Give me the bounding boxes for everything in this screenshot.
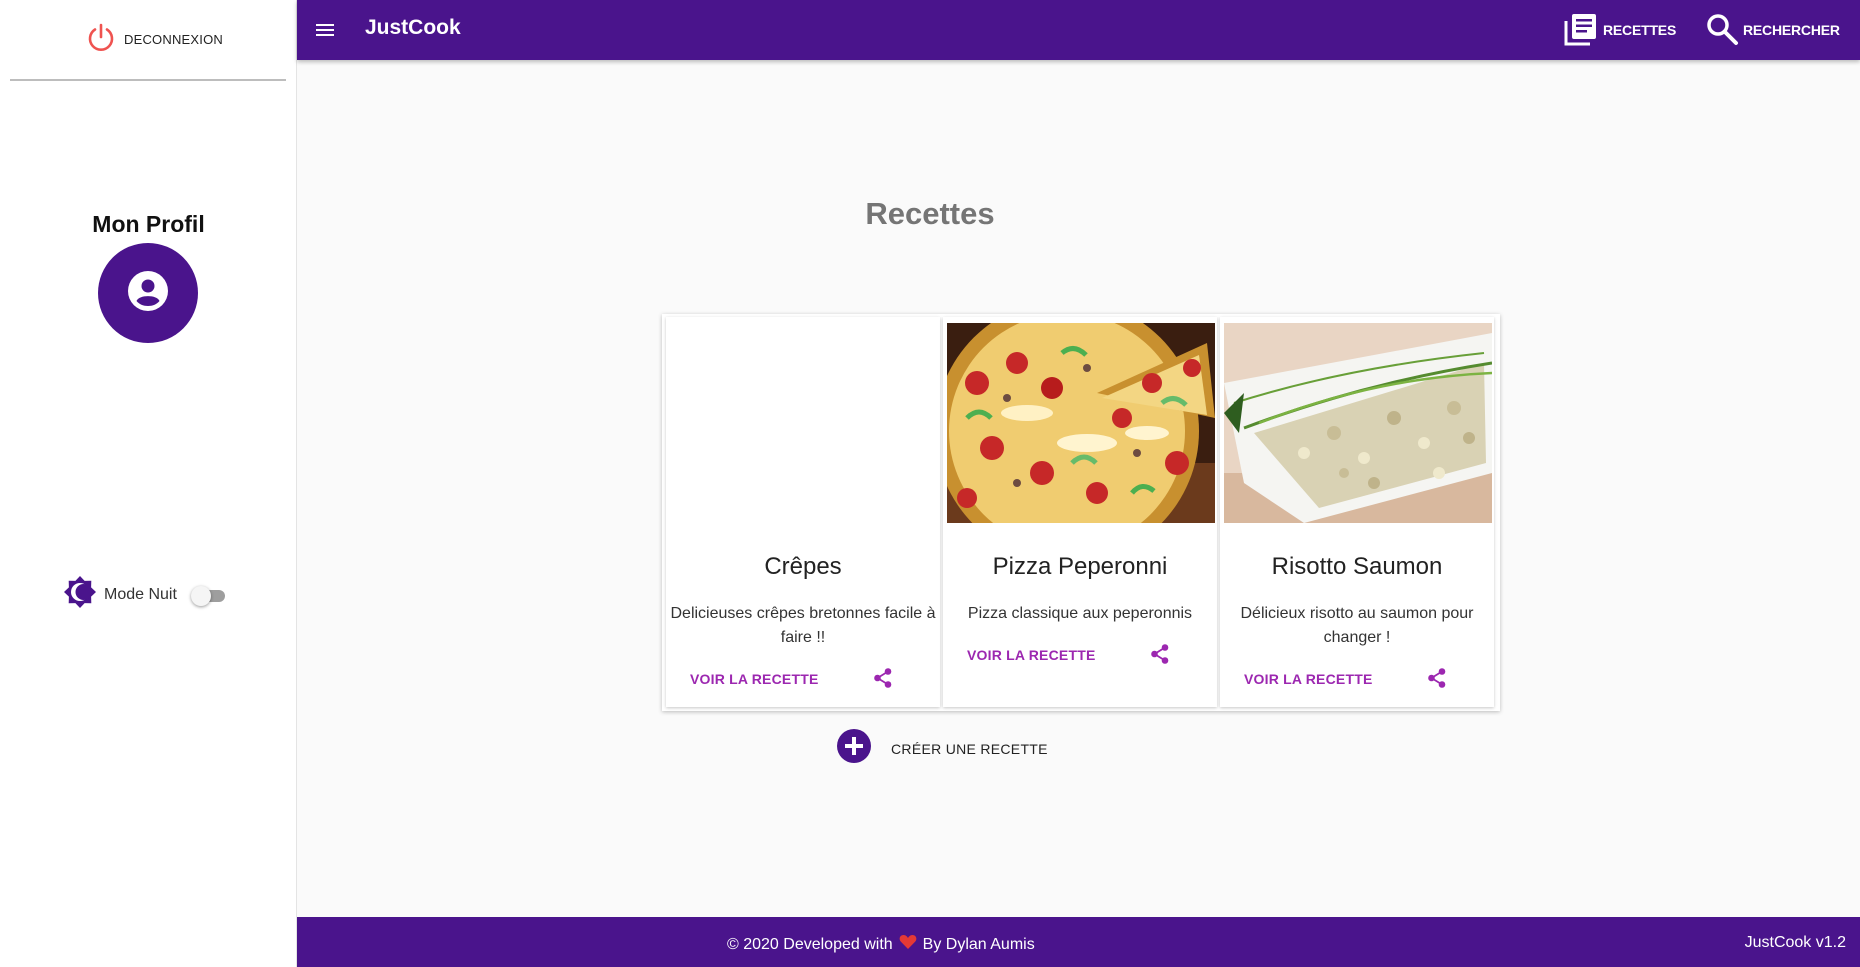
app-brand[interactable]: JustCook — [365, 16, 461, 40]
recipe-image-pizza — [947, 323, 1215, 523]
app-version: JustCook v1.2 — [1744, 934, 1846, 951]
footer: © 2020 Developed with By Dylan Aumis Jus… — [297, 917, 1860, 967]
view-recipe-link[interactable]: VOIR LA RECETTE — [1244, 671, 1373, 687]
nav-search-label: RECHERCHER — [1743, 22, 1840, 38]
view-recipe-link[interactable]: VOIR LA RECETTE — [690, 671, 819, 687]
logout-label: DECONNEXION — [124, 32, 223, 47]
toggle-knob — [190, 585, 211, 606]
power-icon — [84, 20, 118, 59]
share-icon[interactable] — [872, 667, 894, 689]
night-mode-label: Mode Nuit — [104, 585, 177, 603]
recipe-card: Risotto Saumon Délicieux risotto au saum… — [1220, 317, 1494, 707]
share-icon[interactable] — [1149, 643, 1171, 665]
credit-prefix: © 2020 Developed with — [727, 935, 893, 953]
hamburger-icon[interactable] — [313, 18, 337, 42]
sidebar-divider — [10, 79, 286, 81]
nav-search-button[interactable]: RECHERCHER — [1705, 10, 1840, 50]
recipe-title: Crêpes — [764, 553, 842, 580]
account-circle-icon — [126, 269, 170, 318]
brightness-icon — [62, 574, 98, 615]
credit-suffix: By Dylan Aumis — [922, 935, 1035, 953]
create-recipe-label: CRÉER UNE RECETTE — [891, 740, 1048, 757]
create-recipe-button[interactable]: CRÉER UNE RECETTE — [837, 729, 1048, 768]
top-app-bar: JustCook RECETTES RECHERCHER — [297, 0, 1860, 60]
recipe-card: Pizza Peperonni Pizza classique aux pepe… — [943, 317, 1217, 707]
nav-recettes-button[interactable]: RECETTES — [1563, 10, 1676, 50]
recipe-image-risotto — [1224, 323, 1492, 523]
view-recipe-link[interactable]: VOIR LA RECETTE — [967, 647, 1096, 663]
recipe-card-grid: Crêpes Delicieuses crêpes bretonnes faci… — [662, 314, 1500, 711]
night-mode-toggle[interactable] — [190, 584, 227, 606]
heart-icon — [899, 934, 917, 955]
recipe-title: Risotto Saumon — [1271, 553, 1443, 580]
recipe-description: Délicieux risotto au saumon pour changer… — [1240, 605, 1474, 646]
recipe-book-icon — [1563, 11, 1599, 50]
add-circle-icon — [837, 729, 871, 768]
recipe-description: Pizza classique aux peperonnis — [967, 605, 1193, 622]
recipe-card: Crêpes Delicieuses crêpes bretonnes faci… — [666, 317, 940, 707]
nav-recettes-label: RECETTES — [1603, 22, 1677, 38]
page-title: Recettes — [865, 196, 995, 231]
recipe-title: Pizza Peperonni — [992, 553, 1168, 580]
footer-credit: © 2020 Developed with By Dylan Aumis — [727, 934, 1035, 955]
recipe-image — [670, 323, 938, 523]
avatar[interactable] — [98, 243, 198, 343]
profile-title: Mon Profil — [92, 211, 205, 237]
share-icon[interactable] — [1426, 667, 1448, 689]
search-icon — [1705, 12, 1739, 49]
logout-button[interactable]: DECONNEXION — [84, 20, 223, 59]
night-mode-row: Mode Nuit — [62, 574, 227, 615]
recipe-description: Delicieuses crêpes bretonnes facile à fa… — [670, 605, 936, 646]
sidebar: DECONNEXION Mon Profil Mode Nuit — [0, 0, 297, 967]
